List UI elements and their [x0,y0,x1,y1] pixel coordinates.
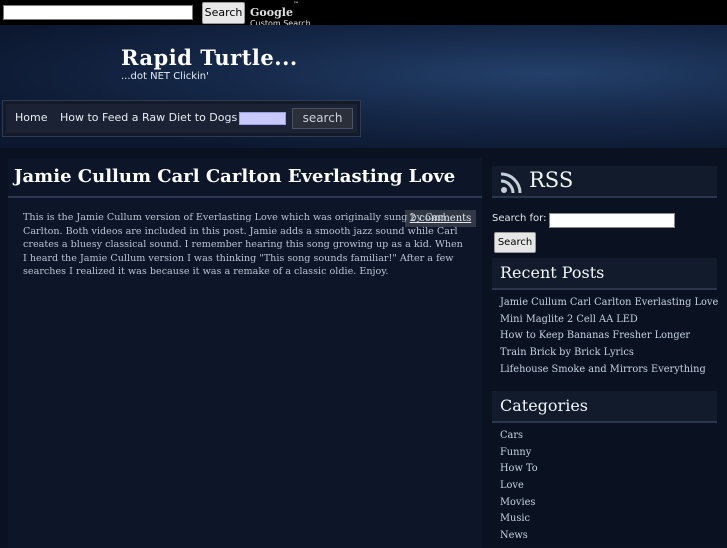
site-title[interactable]: Rapid Turtle... [121,45,298,70]
sidebar-search-button[interactable]: Search [494,232,536,253]
categories-header: Categories [492,391,717,423]
category-link[interactable]: Music [500,511,538,528]
main-content: Jamie Cullum Carl Carlton Everlasting Lo… [0,148,727,548]
post-title[interactable]: Jamie Cullum Carl Carlton Everlasting Lo… [14,166,455,187]
post-body: This is the Jamie Cullum version of Ever… [23,212,463,277]
site-tagline: ...dot NET Clickin' [121,71,209,82]
nav-item-home[interactable]: Home [15,111,47,124]
recent-posts-list: Jamie Cullum Carl Carlton Everlasting Lo… [500,295,718,378]
google-tm: ™ [292,1,299,8]
google-custom-search-logo: Google™ Custom Search [250,1,311,28]
nav-search-button[interactable]: search [292,108,353,129]
sidebar: RSS Search for: Search Recent Posts Jami… [490,158,719,548]
recent-post-link[interactable]: Jamie Cullum Carl Carlton Everlasting Lo… [500,295,718,312]
recent-post-link[interactable]: Train Brick by Brick Lyrics [500,345,718,362]
post-title-divider [8,196,482,198]
recent-post-link[interactable]: Mini Maglite 2 Cell AA LED [500,312,718,329]
category-link[interactable]: Love [500,478,538,495]
category-link[interactable]: Funny [500,445,538,462]
recent-post-link[interactable]: Lifehouse Smoke and Mirrors Everything [500,362,718,379]
google-logo-text: Google [250,6,293,19]
recent-posts-header: Recent Posts [492,258,717,290]
search-for-label: Search for: [492,213,547,224]
google-search-input[interactable] [3,5,193,20]
rss-title[interactable]: RSS [529,168,573,192]
rss-icon[interactable] [500,172,522,194]
google-search-bar: Search Google™ Custom Search [0,0,727,28]
category-link[interactable]: Movies [500,495,538,512]
rss-widget-header: RSS [492,166,717,198]
recent-post-link[interactable]: How to Keep Bananas Fresher Longer [500,328,718,345]
post-column: Jamie Cullum Carl Carlton Everlasting Lo… [8,158,482,548]
categories-title: Categories [500,396,588,415]
main-nav: Home How to Feed a Raw Diet to Dogs sear… [2,100,361,137]
sidebar-search-input[interactable] [549,213,675,228]
site-header: Rapid Turtle... ...dot NET Clickin' Home… [0,25,727,148]
recent-posts-title: Recent Posts [500,263,605,282]
google-search-button[interactable]: Search [202,2,245,24]
category-link[interactable]: Cars [500,428,538,445]
categories-list: Cars Funny How To Love Movies Music News [500,428,538,545]
category-link[interactable]: News [500,528,538,545]
nav-item-raw-diet[interactable]: How to Feed a Raw Diet to Dogs [60,111,237,124]
category-link[interactable]: How To [500,461,538,478]
nav-search-input[interactable] [239,112,286,125]
